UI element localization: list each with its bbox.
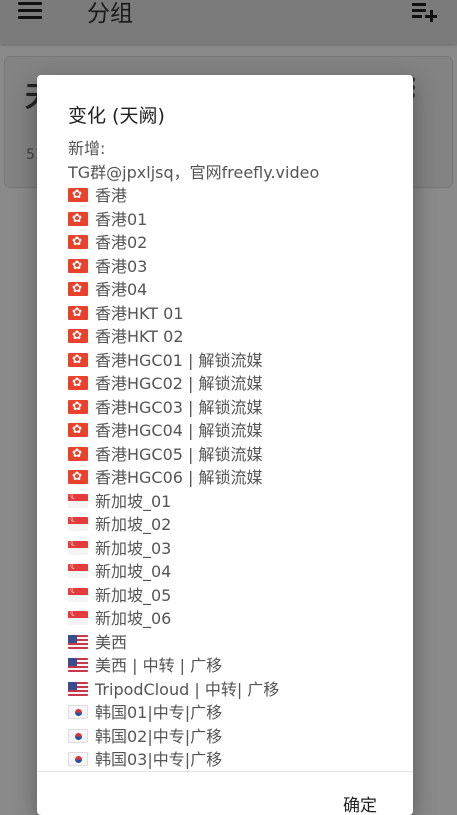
dialog-line-text: 新加坡_02 [95,515,172,534]
hong-kong-flag-icon [68,444,88,462]
dialog-line-text: 香港04 [95,280,148,299]
dialog-line-text: 韩国01|中专|广移 [95,703,223,722]
dialog-line-text: 香港HGC06 | 解锁流媒 [95,468,263,487]
changes-dialog: 变化 (天阙) 新增: TG群@jpxljsq，官网freefly.video 香港… [37,75,413,815]
us-flag-icon [68,681,88,696]
dialog-line: 香港HGC01 | 解锁流媒 [68,349,408,373]
hong-kong-flag-icon [68,467,88,485]
hong-kong-flag-icon [68,350,88,368]
dialog-line-text: 香港HGC04 | 解锁流媒 [95,421,263,440]
dialog-line-text: 香港02 [95,233,148,252]
dialog-divider [37,771,413,772]
dialog-line-text: 香港HGC02 | 解锁流媒 [95,374,263,393]
dialog-line-text: 新加坡_05 [95,585,172,605]
dialog-title: 变化 (天阙) [68,105,165,127]
dialog-line: 香港01 [68,208,408,232]
singapore-flag-icon [68,536,88,555]
dialog-line: 韩国02|中专|广移 [68,725,408,749]
us-flag-icon [68,658,88,672]
dialog-line: 香港HGC02 | 解锁流媒 [68,372,408,396]
app-bar: 分组 [0,0,457,44]
dialog-line: 香港03 [68,255,408,279]
dialog-line: 香港HGC05 | 解锁流媒 [68,443,408,467]
dialog-line-text: 香港HGC05 | 解锁流媒 [95,444,263,464]
hong-kong-flag-icon [68,420,88,438]
dialog-line-text: TG群@jpxljsq，官网freefly.video [68,162,320,182]
dialog-line: 韩国03|中专|广移 [68,748,408,770]
dialog-line: 香港02 [68,231,408,255]
menu-icon[interactable] [18,0,42,19]
us-flag-icon [68,634,88,649]
dialog-line-text: 新加坡_01 [95,491,172,511]
dialog-message[interactable]: 新增: TG群@jpxljsq，官网freefly.video 香港香港01 香港02… [68,137,408,770]
dialog-line: 新增: [68,137,408,161]
dialog-line-text: 香港 [95,186,128,205]
dialog-line: 香港HKT 02 [68,325,408,349]
hong-kong-flag-icon [68,373,88,391]
dialog-line: 香港HGC04 | 解锁流媒 [68,419,408,443]
dialog-line-text: 新增: [68,139,106,158]
ok-button[interactable]: 确定 [343,791,377,815]
dialog-line: 香港HGC06 | 解锁流媒 [68,466,408,490]
south-korea-flag-icon [68,728,88,743]
dialog-line: 香港04 [68,278,408,302]
hong-kong-flag-icon [68,185,88,203]
dialog-line-text: 香港HKT 01 [95,303,184,323]
hong-kong-flag-icon [68,303,88,321]
dialog-line-text: 新加坡_04 [95,562,172,581]
dialog-line: 新加坡_04 [68,559,408,584]
dialog-line-text: 美西 [95,632,128,652]
dialog-line-text: TripodCloud | 中转| 广移 [95,679,280,699]
dialog-line-text: 韩国02|中专|广移 [95,726,223,746]
dialog-line: 香港 [68,184,408,208]
hong-kong-flag-icon [68,397,88,415]
dialog-line: 香港HKT 01 [68,302,408,326]
dialog-line: 新加坡_02 [68,512,408,537]
singapore-flag-icon [68,559,88,578]
dialog-line-text: 香港HGC03 | 解锁流媒 [95,397,263,417]
dialog-line: TripodCloud | 中转| 广移 [68,678,408,702]
hong-kong-flag-icon [68,209,88,227]
hong-kong-flag-icon [68,256,88,274]
dialog-line: 新加坡_05 [68,583,408,608]
playlist-add-icon[interactable] [410,0,438,22]
singapore-flag-icon [68,583,88,602]
dialog-line: 美西 | 中转 | 广移 [68,654,408,678]
dialog-line-text: 香港01 [95,209,148,229]
dialog-line-text: 韩国03|中专|广移 [95,750,223,769]
dialog-line: 新加坡_06 [68,606,408,631]
dialog-line-text: 新加坡_03 [95,538,172,558]
dialog-line: 香港HGC03 | 解锁流媒 [68,396,408,420]
dialog-line-text: 香港03 [95,256,148,276]
hong-kong-flag-icon [68,326,88,344]
dialog-line-text: 香港HKT 02 [95,327,184,346]
hong-kong-flag-icon [68,232,88,250]
dialog-line: 韩国01|中专|广移 [68,701,408,725]
dialog-line: 美西 [68,631,408,655]
singapore-flag-icon [68,606,88,625]
singapore-flag-icon [68,489,88,508]
dialog-line-text: 新加坡_06 [95,609,172,628]
hong-kong-flag-icon [68,279,88,297]
dialog-line: 新加坡_01 [68,489,408,514]
south-korea-flag-icon [68,705,88,719]
dialog-line-text: 美西 | 中转 | 广移 [95,656,223,675]
page-title: 分组 [87,1,133,27]
dialog-line-text: 香港HGC01 | 解锁流媒 [95,350,263,370]
south-korea-flag-icon [68,752,88,766]
dialog-line: TG群@jpxljsq，官网freefly.video [68,161,408,185]
singapore-flag-icon [68,512,88,531]
dialog-line: 新加坡_03 [68,536,408,561]
